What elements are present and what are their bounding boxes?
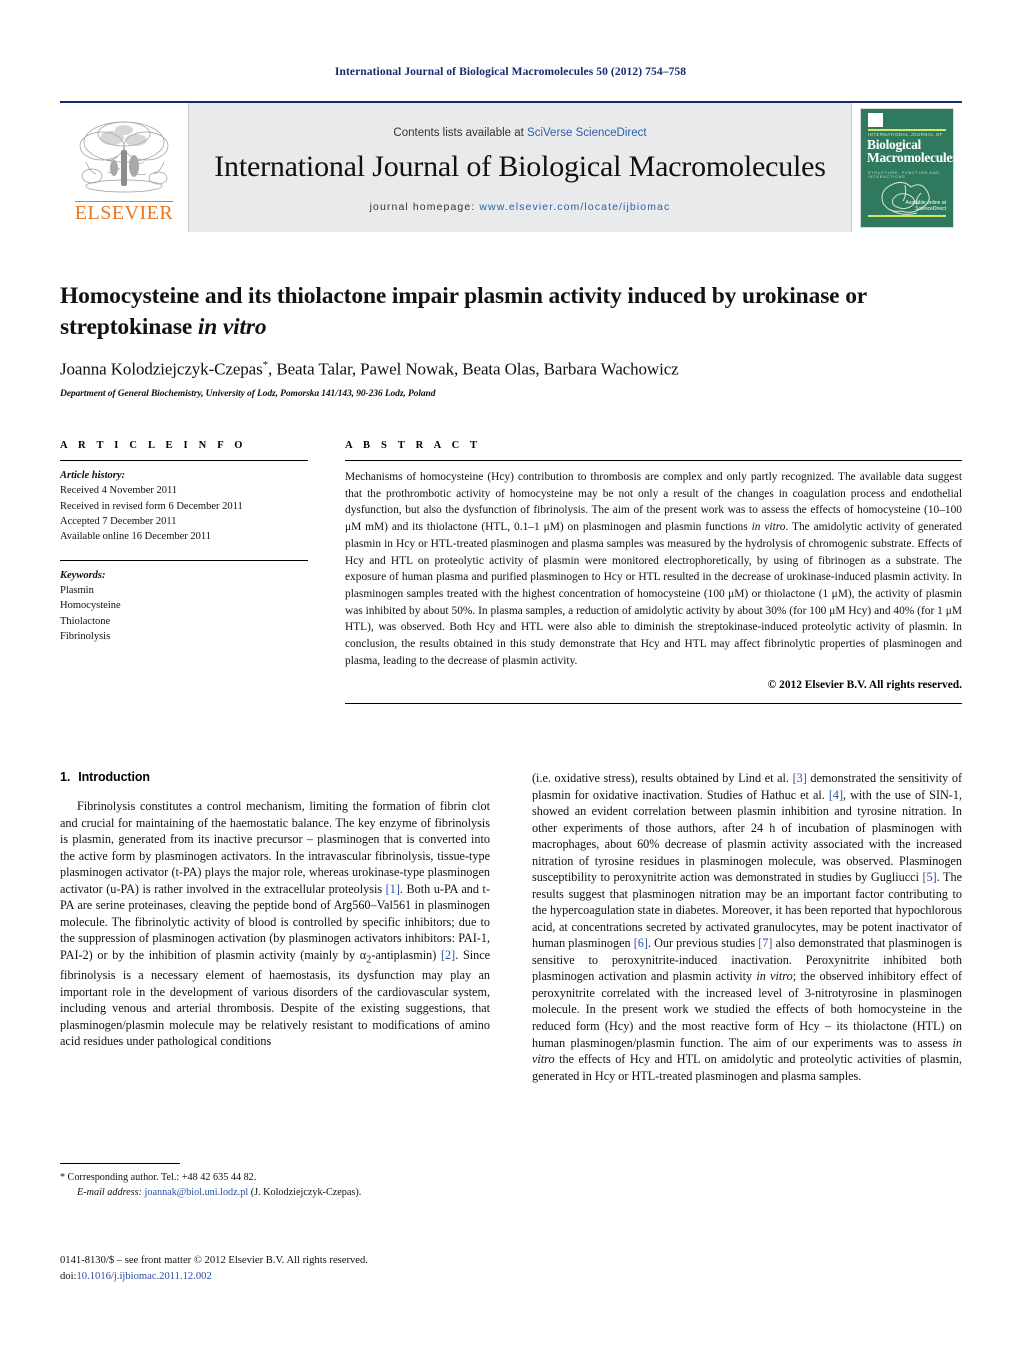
intro-italic-invitro-1: in vitro (756, 969, 793, 984)
author-first: Joanna Kolodziejczyk-Czepas (60, 359, 263, 379)
email-link[interactable]: joannak@biol.uni.lodz.pl (145, 1187, 249, 1198)
homepage-label: journal homepage: (369, 200, 476, 213)
keyword-item: Homocysteine (60, 600, 121, 612)
body-left-column: 1. Introduction Fibrinolysis constitutes … (60, 770, 490, 1084)
intro-right-c: , with the use of SIN-1, showed an evide… (532, 787, 963, 885)
affiliation: Department of General Biochemistry, Univ… (60, 388, 436, 399)
history-item: Available online 16 December 2011 (60, 531, 212, 543)
journal-homepage-line: journal homepage: www.elsevier.com/locat… (370, 201, 671, 213)
section-title-text: Introduction (78, 770, 150, 784)
cover-title-line1: Biological (867, 136, 921, 152)
abstract-part2: . The amidolytic activity of generated p… (345, 521, 962, 667)
body-columns: 1. Introduction Fibrinolysis constitutes … (60, 770, 962, 1084)
abstract-column: A B S T R A C T Mechanisms of homocystei… (345, 440, 962, 705)
abstract-text: Mechanisms of homocysteine (Hcy) contrib… (345, 461, 962, 669)
cover-card: INTERNATIONAL JOURNAL OF Biological Macr… (861, 108, 953, 227)
author-rest: , Beata Talar, Pawel Nowak, Beata Olas, … (268, 359, 679, 379)
intro-right-e: . Our previous studies (647, 936, 759, 951)
intro-paragraph-right: (i.e. oxidative stress), results obtaine… (532, 770, 962, 1084)
article-title-main: Homocysteine and its thiolactone impair … (60, 283, 867, 340)
abstract-italic-invitro: in vitro (751, 521, 786, 534)
cover-footer-brand: ScienceDirect (915, 206, 946, 213)
citation-ref-5[interactable]: [5] (922, 870, 936, 884)
article-history-label: Article history: (60, 470, 126, 481)
keyword-item: Fibrinolysis (60, 630, 111, 642)
cover-title-line2: Macromolecules (867, 150, 953, 166)
cover-sciencedirect-footer: Available online at ScienceDirect (906, 200, 947, 213)
article-title: Homocysteine and its thiolactone impair … (60, 281, 962, 342)
contents-prefix: Contents lists available at (393, 126, 528, 139)
history-item: Received 4 November 2011 (60, 485, 178, 497)
history-item: Accepted 7 December 2011 (60, 515, 177, 527)
column-gap (308, 440, 345, 704)
cover-eyebrow: INTERNATIONAL JOURNAL OF (868, 131, 943, 137)
abstract-heading: A B S T R A C T (345, 440, 482, 451)
author-list: Joanna Kolodziejczyk-Czepas*, Beata Tala… (60, 359, 962, 380)
article-title-italic: in vitro (197, 313, 267, 340)
article-history-block: Article history: Received 4 November 201… (60, 461, 308, 545)
article-info-column: A R T I C L E I N F O Article history: R… (60, 440, 308, 704)
footnote-corresponding-text: Corresponding author. Tel.: +48 42 635 4… (65, 1172, 257, 1183)
journal-cover-thumbnail: INTERNATIONAL JOURNAL OF Biological Macr… (852, 103, 962, 232)
cover-title: Biological Macromolecules (867, 136, 953, 166)
elsevier-tree-icon (72, 116, 176, 200)
keyword-item: Plasmin (60, 584, 94, 596)
abstract-rule-bottom (345, 703, 962, 705)
journal-band: Contents lists available at SciVerse Sci… (188, 103, 852, 232)
title-block: Homocysteine and its thiolactone impair … (60, 281, 962, 399)
citation-ref-1[interactable]: [1] (386, 882, 400, 896)
body-column-gap (490, 770, 532, 1084)
citation-ref-7[interactable]: [7] (758, 936, 772, 950)
imprint-block: 0141-8130/$ – see front matter © 2012 El… (60, 1253, 500, 1285)
citation-ref-4[interactable]: [4] (829, 788, 843, 802)
journal-title: International Journal of Biological Macr… (214, 149, 826, 183)
doi-link[interactable]: 10.1016/j.ijbiomac.2011.12.002 (76, 1271, 211, 1282)
footnote-email-line: E-mail address: joannak@biol.uni.lodz.pl… (60, 1186, 490, 1201)
email-owner: (J. Kolodziejczyk-Czepas). (248, 1186, 362, 1198)
running-head: International Journal of Biological Macr… (334, 66, 687, 78)
doi-label: doi: (60, 1270, 77, 1282)
intro-right-a: (i.e. oxidative stress), results obtaine… (532, 771, 793, 785)
section-heading-introduction: 1. Introduction (60, 770, 490, 784)
keywords-block: Keywords: Plasmin Homocysteine Thiolacto… (60, 561, 308, 645)
citation-ref-3[interactable]: [3] (793, 771, 807, 785)
body-right-column: (i.e. oxidative stress), results obtaine… (532, 770, 962, 1084)
section-number: 1. (60, 770, 71, 784)
elsevier-logo: ELSEVIER (60, 103, 188, 232)
footnote-corresponding-line: * Corresponding author. Tel.: +48 42 635… (60, 1171, 490, 1186)
imprint-frontmatter-line: 0141-8130/$ – see front matter © 2012 El… (60, 1255, 368, 1266)
intro-paragraph-left: Fibrinolysis constitutes a control mecha… (60, 798, 490, 1050)
history-item: Received in revised form 6 December 2011 (60, 500, 243, 512)
intro-left-c: -antiplasmin) (371, 947, 441, 962)
elsevier-wordmark: ELSEVIER (74, 200, 174, 224)
paper-page: International Journal of Biological Macr… (0, 0, 1021, 1351)
sciencedirect-link[interactable]: SciVerse ScienceDirect (527, 127, 647, 139)
citation-ref-6[interactable]: [6] (634, 936, 648, 950)
journal-masthead: ELSEVIER Contents lists available at Sci… (60, 101, 962, 233)
intro-left-d: . Since fibrinolysis is a necessary elem… (60, 947, 491, 1049)
abstract-copyright: © 2012 Elsevier B.V. All rights reserved… (767, 679, 962, 692)
intro-right-h: the effects of Hcy and HTL on amidolytic… (532, 1052, 962, 1083)
cover-top-rule (868, 128, 946, 131)
corresponding-author-footnote: * Corresponding author. Tel.: +48 42 635… (60, 1163, 490, 1201)
contents-available-line: Contents lists available at SciVerse Sci… (393, 127, 646, 139)
imprint-doi-line: doi:10.1016/j.ijbiomac.2011.12.002 (60, 1269, 500, 1285)
keyword-item: Thiolactone (60, 615, 111, 627)
citation-ref-2[interactable]: [2] (441, 948, 455, 962)
cover-publisher-mark-icon (868, 112, 883, 127)
homepage-url-link[interactable]: www.elsevier.com/locate/ijbiomac (479, 201, 670, 213)
keywords-label: Keywords: (60, 569, 106, 581)
cover-bottom-rule (868, 214, 946, 217)
article-info-heading: A R T I C L E I N F O (60, 440, 247, 451)
info-abstract-region: A R T I C L E I N F O Article history: R… (60, 440, 962, 705)
footnote-rule (60, 1163, 180, 1164)
email-label: E-mail address: (77, 1186, 142, 1198)
